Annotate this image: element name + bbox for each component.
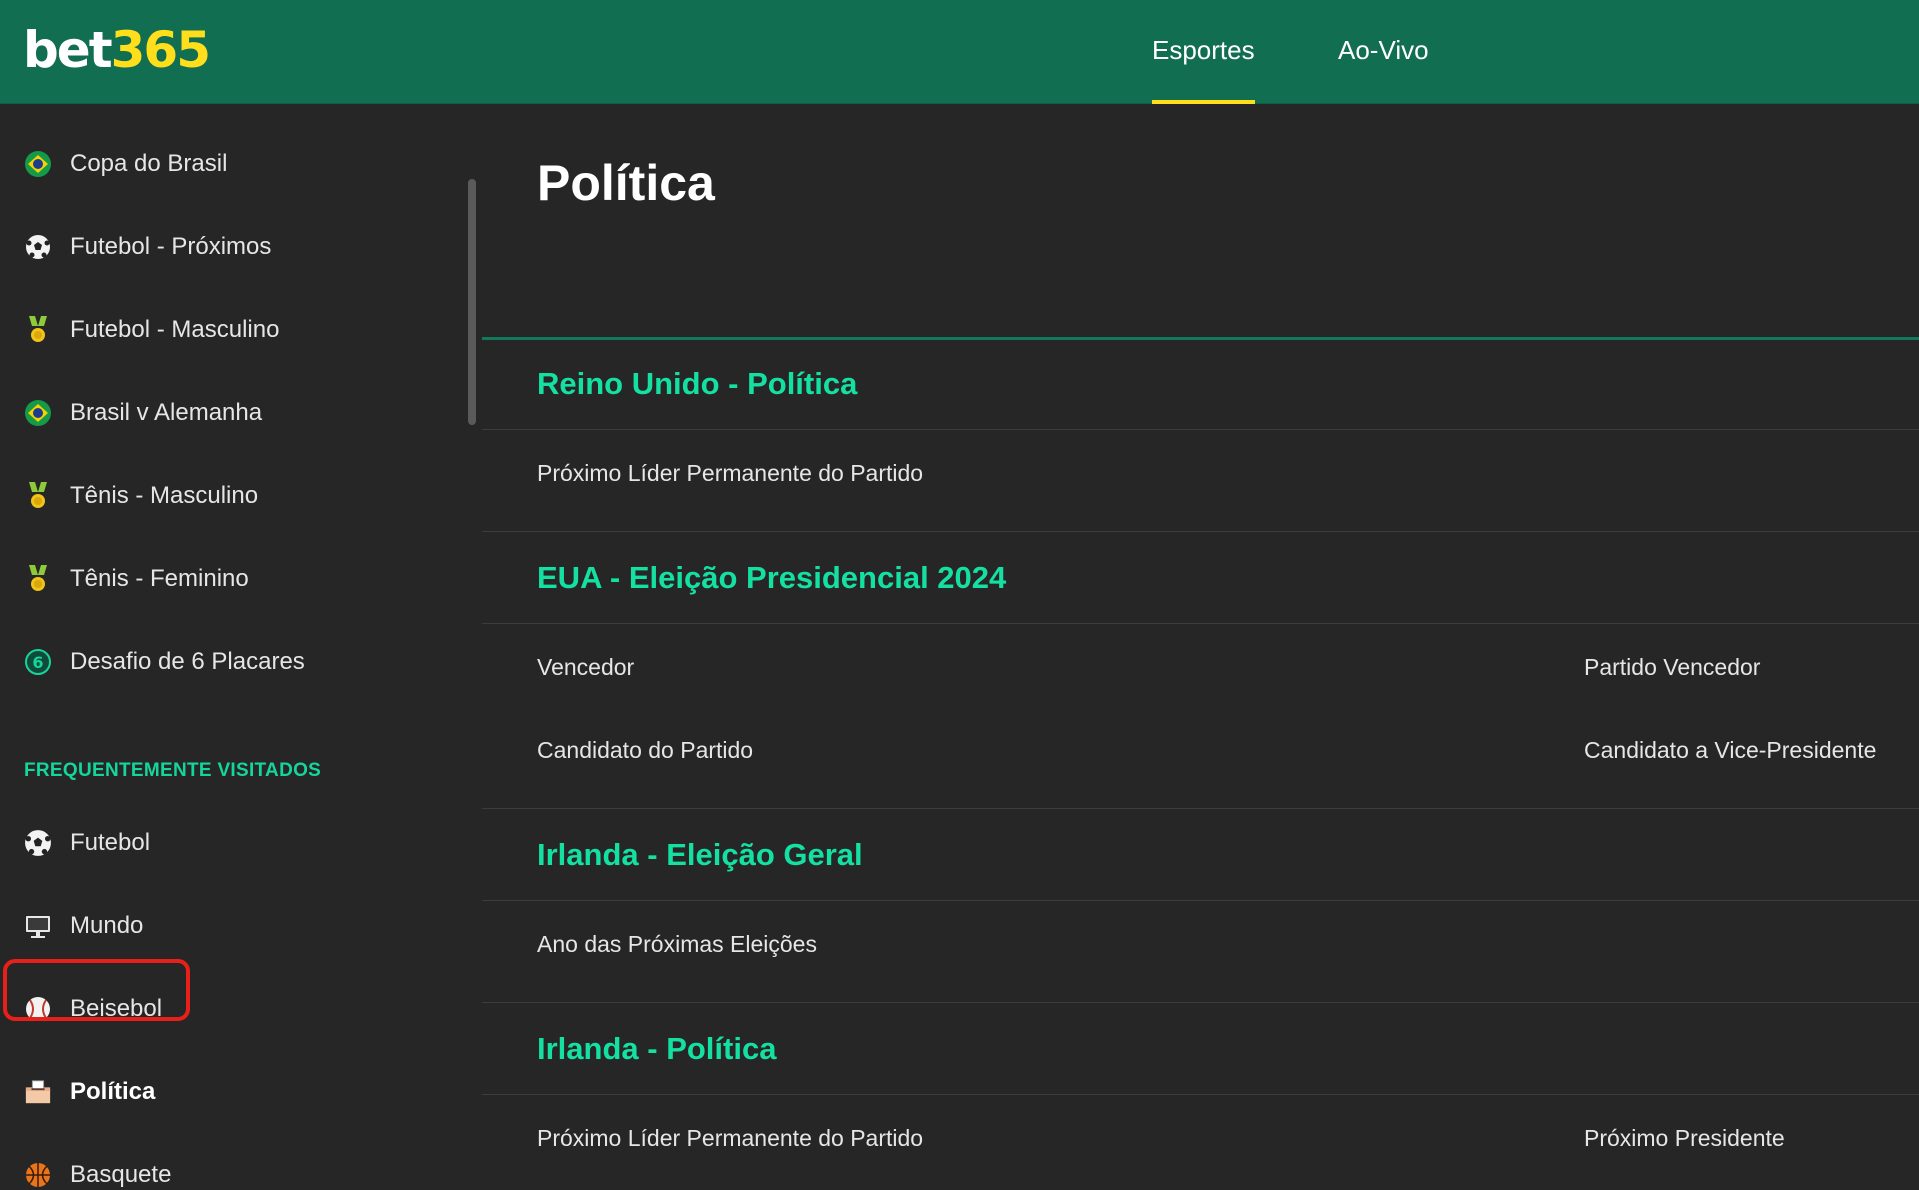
market-link[interactable]: Próximo Presidente [1584,1125,1785,1152]
logo-365-text: 365 [110,21,211,79]
six-score-icon: 6 [24,648,52,676]
sidebar-item-futebol-proximos[interactable]: Futebol - Próximos [0,217,460,277]
page-title: Política [537,155,715,211]
divider [482,623,1919,624]
main-content: Política Reino Unido - Política Próximo … [482,104,1919,1190]
divider [482,531,1919,532]
title-divider [482,337,1919,340]
frequently-visited-header: FREQUENTEMENTE VISITADOS [24,760,322,781]
group-irlanda-politica[interactable]: Irlanda - Política [537,1031,776,1067]
market-link[interactable]: Candidato do Partido [537,737,753,764]
sidebar-item-brasil-v-alemanha[interactable]: Brasil v Alemanha [0,383,460,443]
bet365-logo[interactable]: bet365 [23,20,211,80]
sidebar-scrollbar[interactable] [468,179,476,425]
group-reino-unido-politica[interactable]: Reino Unido - Política [537,366,857,402]
market-link[interactable]: Partido Vencedor [1584,654,1760,681]
sidebar-item-label: Futebol - Masculino [70,316,280,343]
sidebar-item-label: Brasil v Alemanha [70,399,263,426]
market-link[interactable]: Próximo Líder Permanente do Partido [537,460,923,487]
sidebar-item-label: Mundo [70,912,144,939]
soccer-ball-icon [24,829,52,857]
sidebar-item-label: Copa do Brasil [70,150,228,177]
sidebar-item-tenis-masculino[interactable]: Tênis - Masculino [0,466,460,526]
divider [482,808,1919,809]
svg-text:6: 6 [32,653,43,672]
market-link[interactable]: Vencedor [537,654,634,681]
logo-bet-text: bet [23,21,113,79]
sidebar-item-desafio-6-placares[interactable]: 6 Desafio de 6 Placares [0,632,460,692]
sidebar-item-futebol-masculino[interactable]: Futebol - Masculino [0,300,460,360]
divider [482,1094,1919,1095]
medal-icon [24,482,52,510]
divider [482,429,1919,430]
sidebar-item-politica[interactable]: Política [0,1062,460,1122]
sidebar: Copa do Brasil Futebol - Próximos Futebo… [0,104,482,1190]
market-link[interactable]: Ano das Próximas Eleições [537,931,817,958]
sidebar-item-label: Futebol [70,829,151,856]
sidebar-item-label: Política [70,1078,156,1105]
soccer-ball-icon [24,233,52,261]
sidebar-item-tenis-feminino[interactable]: Tênis - Feminino [0,549,460,609]
ballot-box-icon [24,1078,52,1106]
sidebar-item-label: Basquete [70,1161,172,1188]
sidebar-item-label: Desafio de 6 Placares [70,648,305,675]
top-header: bet365 Esportes Ao-Vivo [0,0,1919,104]
divider [482,900,1919,901]
brazil-flag-icon [24,399,52,427]
divider [482,1002,1919,1003]
group-irlanda-eleicao-geral[interactable]: Irlanda - Eleição Geral [537,837,863,873]
basketball-icon [24,1161,52,1189]
tab-ao-vivo[interactable]: Ao-Vivo [1338,0,1429,104]
medal-icon [24,316,52,344]
market-link[interactable]: Próximo Líder Permanente do Partido [537,1125,923,1152]
brazil-flag-icon [24,150,52,178]
market-link[interactable]: Candidato a Vice-Presidente [1584,737,1876,764]
sidebar-item-label: Tênis - Masculino [70,482,259,509]
sidebar-item-copa-do-brasil[interactable]: Copa do Brasil [0,134,460,194]
sidebar-item-futebol[interactable]: Futebol [0,813,460,873]
sidebar-item-mundo[interactable]: Mundo [0,896,460,956]
sidebar-item-label: Futebol - Próximos [70,233,272,260]
selection-highlight [3,959,190,1021]
medal-icon [24,565,52,593]
tab-esportes[interactable]: Esportes [1152,0,1255,104]
sidebar-item-basquete[interactable]: Basquete [0,1145,460,1190]
sidebar-item-label: Tênis - Feminino [70,565,249,592]
group-eua-eleicao-presidencial[interactable]: EUA - Eleição Presidencial 2024 [537,560,1006,596]
monitor-icon [24,912,52,940]
